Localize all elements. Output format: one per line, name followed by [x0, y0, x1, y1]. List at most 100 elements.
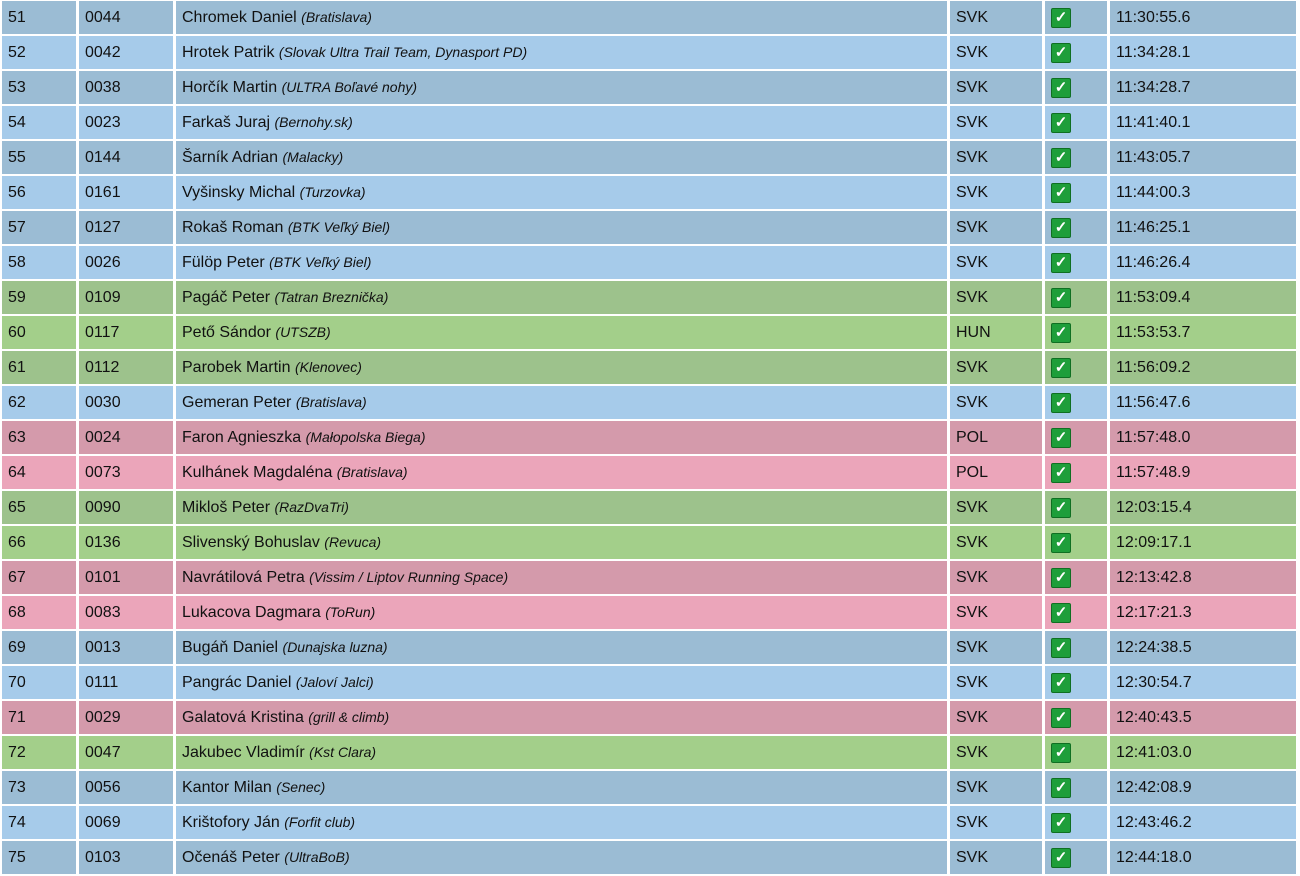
table-row: 51 0044 Chromek Daniel (Bratislava) SVK ✓ 11:…: [2, 1, 1296, 34]
nationality-cell: SVK: [950, 176, 1042, 209]
time-cell: 12:30:54.7: [1110, 666, 1296, 699]
time-cell: 11:41:40.1: [1110, 106, 1296, 139]
name-cell: Šarník Adrian (Malacky): [176, 141, 947, 174]
check-icon: ✓: [1051, 7, 1071, 28]
rank-cell: 52: [2, 36, 76, 69]
bib-cell: 0069: [79, 806, 173, 839]
rank-cell: 56: [2, 176, 76, 209]
nationality-cell: SVK: [950, 351, 1042, 384]
table-row: 52 0042 Hrotek Patrik (Slovak Ultra Trail …: [2, 36, 1296, 69]
finish-status-cell: ✓: [1045, 491, 1107, 524]
club-name: (Klenovec): [294, 358, 362, 375]
bib-cell: 0112: [79, 351, 173, 384]
club-name: (Revuca): [324, 533, 382, 550]
time-cell: 12:41:03.0: [1110, 736, 1296, 769]
bib-cell: 0044: [79, 1, 173, 34]
finish-status-cell: ✓: [1045, 1, 1107, 34]
bib-cell: 0030: [79, 386, 173, 419]
check-icon: ✓: [1051, 147, 1071, 168]
time-cell: 12:24:38.5: [1110, 631, 1296, 664]
runner-name: Pető Sándor: [182, 323, 271, 341]
time-cell: 11:56:09.2: [1110, 351, 1296, 384]
runner-name: Rokaš Roman: [182, 218, 284, 236]
nationality-cell: SVK: [950, 211, 1042, 244]
nationality-cell: SVK: [950, 36, 1042, 69]
finish-status-cell: ✓: [1045, 176, 1107, 209]
rank-cell: 72: [2, 736, 76, 769]
table-row: 61 0112 Parobek Martin (Klenovec) SVK ✓ 11:56…: [2, 351, 1296, 384]
nationality-cell: SVK: [950, 1, 1042, 34]
rank-cell: 67: [2, 561, 76, 594]
time-cell: 12:13:42.8: [1110, 561, 1296, 594]
table-row: 54 0023 Farkaš Juraj (Bernohy.sk) SVK ✓ 11:41…: [2, 106, 1296, 139]
table-row: 63 0024 Faron Agnieszka (Małopolska Biega)…: [2, 421, 1296, 454]
finish-status-cell: ✓: [1045, 701, 1107, 734]
name-cell: Hrotek Patrik (Slovak Ultra Trail Team, …: [176, 36, 947, 69]
results-table: 51 0044 Chromek Daniel (Bratislava) SVK ✓ 11:…: [0, 0, 1299, 876]
runner-name: Chromek Daniel: [182, 8, 297, 26]
name-cell: Očenáš Peter (UltraBoB): [176, 841, 947, 874]
nationality-cell: POL: [950, 456, 1042, 489]
name-cell: Slivenský Bohuslav (Revuca): [176, 526, 947, 559]
time-cell: 12:44:18.0: [1110, 841, 1296, 874]
rank-cell: 64: [2, 456, 76, 489]
time-cell: 11:46:25.1: [1110, 211, 1296, 244]
time-cell: 11:57:48.9: [1110, 456, 1296, 489]
table-row: 56 0161 Vyšinsky Michal (Turzovka) SVK ✓ 11:4…: [2, 176, 1296, 209]
check-icon: ✓: [1051, 77, 1071, 98]
time-cell: 11:43:05.7: [1110, 141, 1296, 174]
time-cell: 11:34:28.7: [1110, 71, 1296, 104]
bib-cell: 0026: [79, 246, 173, 279]
finish-status-cell: ✓: [1045, 596, 1107, 629]
time-cell: 11:44:00.3: [1110, 176, 1296, 209]
bib-cell: 0042: [79, 36, 173, 69]
time-cell: 12:17:21.3: [1110, 596, 1296, 629]
finish-status-cell: ✓: [1045, 211, 1107, 244]
nationality-cell: HUN: [950, 316, 1042, 349]
table-row: 64 0073 Kulhánek Magdaléna (Bratislava) POL…: [2, 456, 1296, 489]
bib-cell: 0109: [79, 281, 173, 314]
time-cell: 12:42:08.9: [1110, 771, 1296, 804]
name-cell: Mikloš Peter (RazDvaTri): [176, 491, 947, 524]
rank-cell: 75: [2, 841, 76, 874]
time-cell: 12:09:17.1: [1110, 526, 1296, 559]
table-row: 69 0013 Bugáň Daniel (Dunajska luzna) SVK ✓ 1…: [2, 631, 1296, 664]
check-icon: ✓: [1051, 42, 1071, 63]
finish-status-cell: ✓: [1045, 106, 1107, 139]
rank-cell: 68: [2, 596, 76, 629]
rank-cell: 60: [2, 316, 76, 349]
nationality-cell: SVK: [950, 106, 1042, 139]
club-name: (Dunajska luzna): [282, 638, 388, 655]
nationality-cell: SVK: [950, 771, 1042, 804]
nationality-cell: SVK: [950, 386, 1042, 419]
nationality-cell: SVK: [950, 631, 1042, 664]
name-cell: Lukacova Dagmara (ToRun): [176, 596, 947, 629]
name-cell: Kulhánek Magdaléna (Bratislava): [176, 456, 947, 489]
nationality-cell: SVK: [950, 561, 1042, 594]
club-name: (Slovak Ultra Trail Team, Dynasport PD): [278, 43, 528, 60]
bib-cell: 0161: [79, 176, 173, 209]
check-icon: ✓: [1051, 637, 1071, 658]
runner-name: Navrátilová Petra: [182, 568, 305, 586]
name-cell: Farkaš Juraj (Bernohy.sk): [176, 106, 947, 139]
finish-status-cell: ✓: [1045, 36, 1107, 69]
table-row: 72 0047 Jakubec Vladimír (Kst Clara) SVK ✓ 12…: [2, 736, 1296, 769]
finish-status-cell: ✓: [1045, 316, 1107, 349]
rank-cell: 53: [2, 71, 76, 104]
check-icon: ✓: [1051, 602, 1071, 623]
nationality-cell: SVK: [950, 526, 1042, 559]
bib-cell: 0101: [79, 561, 173, 594]
name-cell: Galatová Kristina (grill & climb): [176, 701, 947, 734]
nationality-cell: SVK: [950, 71, 1042, 104]
table-row: 71 0029 Galatová Kristina (grill & climb) S…: [2, 701, 1296, 734]
check-icon: ✓: [1051, 392, 1071, 413]
club-name: (Bratislava): [301, 8, 372, 25]
check-icon: ✓: [1051, 427, 1071, 448]
club-name: (RazDvaTri): [274, 498, 349, 515]
rank-cell: 61: [2, 351, 76, 384]
results-body: 51 0044 Chromek Daniel (Bratislava) SVK ✓ 11:…: [2, 1, 1296, 874]
club-name: (Malacky): [282, 148, 344, 165]
finish-status-cell: ✓: [1045, 736, 1107, 769]
nationality-cell: SVK: [950, 141, 1042, 174]
club-name: (Vissim / Liptov Running Space): [309, 568, 509, 585]
